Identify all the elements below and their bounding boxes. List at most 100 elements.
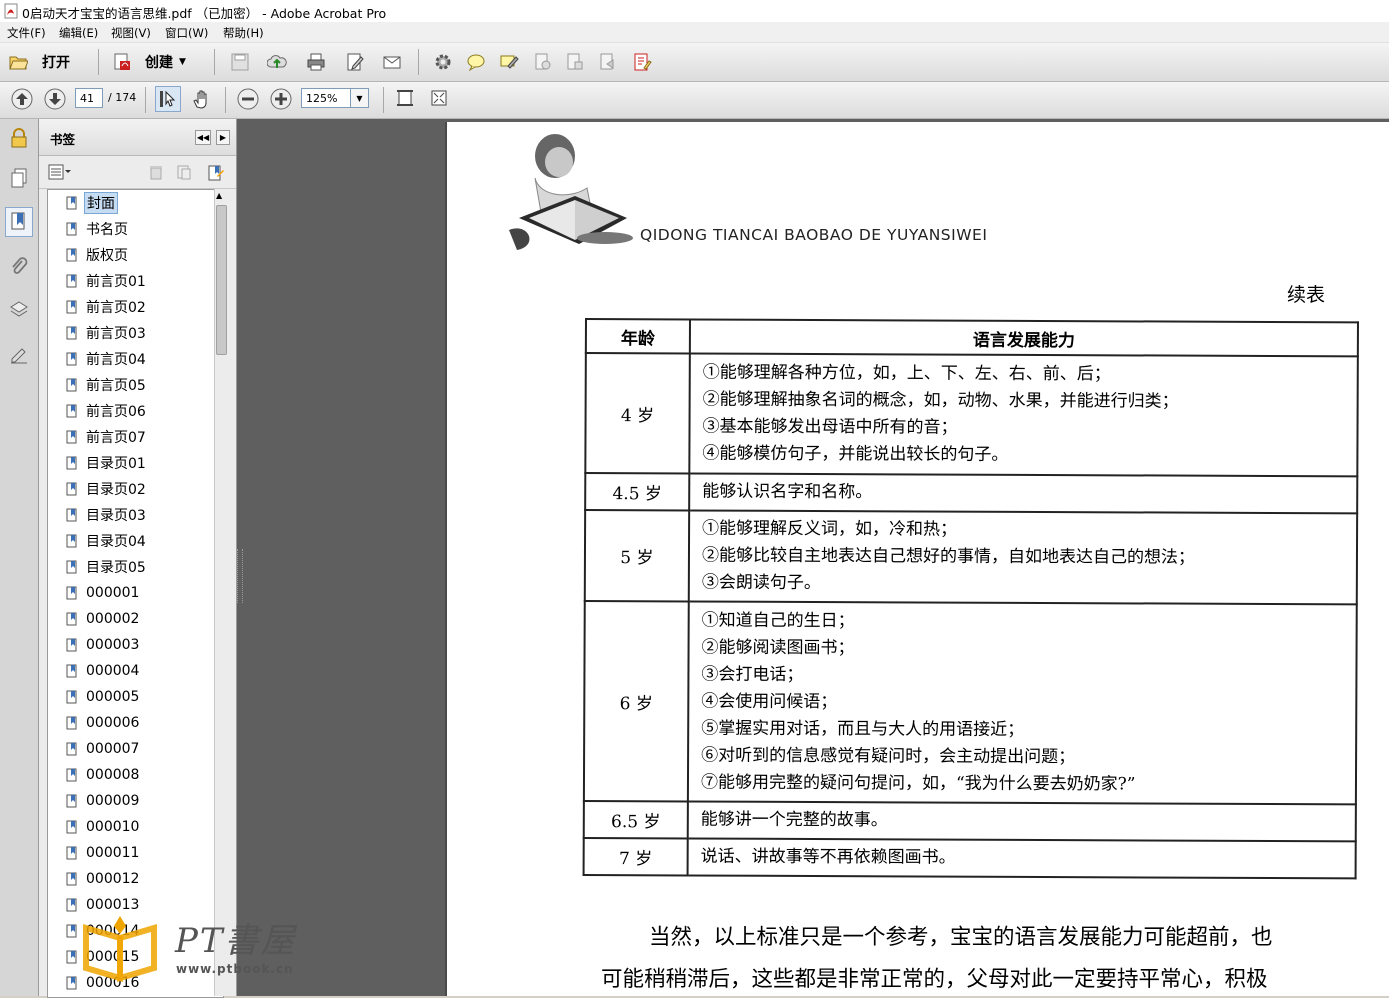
bookmark-icon (66, 534, 77, 547)
attachments-panel-button[interactable] (5, 252, 33, 282)
share-button[interactable] (598, 52, 618, 72)
full-screen-button[interactable] (429, 88, 449, 108)
menu-file[interactable]: 文件(F) (7, 25, 46, 41)
save-button[interactable] (230, 52, 250, 72)
bookmark-item[interactable]: 前言页04 (66, 348, 148, 370)
bookmarks-scrollbar-thumb[interactable] (216, 205, 227, 355)
bookmark-label: 000008 (86, 767, 140, 783)
hand-tool-button[interactable] (188, 86, 214, 112)
bookmark-item[interactable]: 000010 (66, 816, 141, 838)
open-button[interactable]: 打开 (8, 49, 70, 75)
bookmark-item[interactable]: 000009 (66, 790, 141, 812)
new-bookmark-button[interactable] (176, 164, 192, 180)
bookmark-label: 目录页03 (86, 508, 146, 524)
bookmark-item[interactable]: 000011 (66, 842, 141, 864)
collapse-panel-button[interactable]: ◀◀ (195, 130, 211, 145)
bookmark-item[interactable]: 000001 (66, 582, 141, 604)
bookmark-item[interactable]: 000004 (66, 660, 141, 682)
bookmark-item[interactable]: 前言页01 (66, 270, 148, 292)
bookmark-properties-button[interactable] (207, 164, 225, 182)
zoom-dropdown-button[interactable]: ▼ (351, 88, 369, 108)
bookmark-item[interactable]: 前言页06 (66, 400, 148, 422)
options-menu-icon (48, 164, 71, 180)
bookmark-item[interactable]: 000007 (66, 738, 141, 760)
create-label: 创建 (145, 55, 173, 71)
panel-resize-handle[interactable] (237, 549, 243, 603)
bookmark-item[interactable]: 目录页03 (66, 504, 148, 526)
settings-button[interactable] (433, 52, 453, 72)
bookmark-item[interactable]: 000003 (66, 634, 141, 656)
header-running-title: QIDONG TIANCAI BAOBAO DE YUYANSIWEI (640, 226, 988, 244)
previous-page-button[interactable] (10, 87, 34, 111)
fit-page-icon (397, 90, 413, 106)
form-button[interactable] (632, 52, 652, 72)
pages-panel-button[interactable] (5, 163, 33, 193)
bookmark-label: 000007 (86, 741, 140, 757)
bookmark-item[interactable]: 目录页05 (66, 556, 148, 578)
toolbar-separator (418, 49, 419, 75)
bookmark-label: 目录页01 (86, 456, 146, 472)
ability-column-header: 语言发展能力 (689, 319, 1358, 357)
bookmark-options-button[interactable] (48, 164, 72, 180)
panel-options-button[interactable]: ▶ (216, 130, 230, 145)
bookmark-item[interactable]: 000013 (66, 894, 141, 916)
fit-page-button[interactable] (395, 88, 415, 108)
select-tool-button[interactable] (155, 86, 181, 112)
menu-window[interactable]: 窗口(W) (165, 25, 208, 41)
bookmark-item[interactable]: 封面 (66, 192, 118, 214)
next-page-button[interactable] (43, 87, 67, 111)
watermark-url: www.ptbook.cn (176, 962, 294, 976)
toolbar-separator (98, 49, 99, 75)
zoom-level-input[interactable] (301, 88, 351, 108)
bookmark-item[interactable]: 前言页02 (66, 296, 148, 318)
menu-edit[interactable]: 编辑(E) (59, 25, 98, 41)
menu-view[interactable]: 视图(V) (111, 25, 151, 41)
bookmark-item[interactable]: 版权页 (66, 244, 130, 266)
signatures-panel-button[interactable] (5, 339, 33, 369)
scroll-up-icon[interactable]: ▲ (216, 191, 222, 200)
bookmark-item[interactable]: 目录页01 (66, 452, 148, 474)
print-button[interactable] (306, 52, 326, 72)
bookmark-item[interactable]: 目录页04 (66, 530, 148, 552)
table-row: 4 岁 ①能够理解各种方位，如，上、下、左、右、前、后； ②能够理解抽象名词的概念，… (585, 353, 1358, 477)
create-pdf-icon (114, 53, 130, 70)
edit-document-button[interactable] (345, 52, 365, 72)
table-continued-label: 续表 (1287, 284, 1326, 306)
bookmark-label: 封面 (84, 192, 118, 214)
bookmark-icon (66, 794, 77, 807)
comment-button[interactable] (466, 52, 486, 72)
security-panel-button[interactable] (5, 123, 33, 153)
secure-button[interactable] (533, 52, 553, 72)
highlight-button[interactable] (499, 52, 519, 72)
cloud-upload-icon (267, 55, 287, 68)
create-button[interactable]: 创建 ▼ (112, 49, 186, 75)
bookmark-item[interactable]: 000012 (66, 868, 141, 890)
menu-help[interactable]: 帮助(H) (223, 25, 264, 41)
email-button[interactable] (382, 52, 402, 72)
zoom-out-button[interactable] (236, 87, 260, 111)
bookmark-icon (66, 430, 77, 443)
bookmark-label: 前言页07 (86, 430, 146, 446)
zoom-in-button[interactable] (269, 87, 293, 111)
bookmark-label: 000001 (86, 585, 140, 601)
bookmark-item[interactable]: 000002 (66, 608, 141, 630)
ability-line: ③基本能够发出母语中所有的音； (702, 416, 958, 438)
age-cell: 4 岁 (585, 353, 690, 474)
ability-line: ④能够模仿句子，并能说出较长的句子。 (702, 443, 1009, 465)
bookmark-item[interactable]: 000006 (66, 712, 141, 734)
page-number-input[interactable] (75, 88, 103, 108)
bookmark-item[interactable]: 书名页 (66, 218, 130, 240)
bookmark-item[interactable]: 000008 (66, 764, 141, 786)
delete-bookmark-button[interactable] (148, 164, 164, 180)
bookmark-item[interactable]: 目录页02 (66, 478, 148, 500)
bookmarks-panel-button[interactable] (5, 207, 33, 237)
bookmark-item[interactable]: 前言页07 (66, 426, 148, 448)
sign-button[interactable] (565, 52, 585, 72)
ptbook-logo-icon (83, 916, 157, 982)
layers-panel-button[interactable] (5, 295, 33, 325)
bookmark-item[interactable]: 前言页05 (66, 374, 148, 396)
upload-button[interactable] (267, 52, 287, 72)
bookmark-item[interactable]: 000005 (66, 686, 141, 708)
bookmark-label: 000011 (86, 845, 140, 861)
bookmark-item[interactable]: 前言页03 (66, 322, 148, 344)
